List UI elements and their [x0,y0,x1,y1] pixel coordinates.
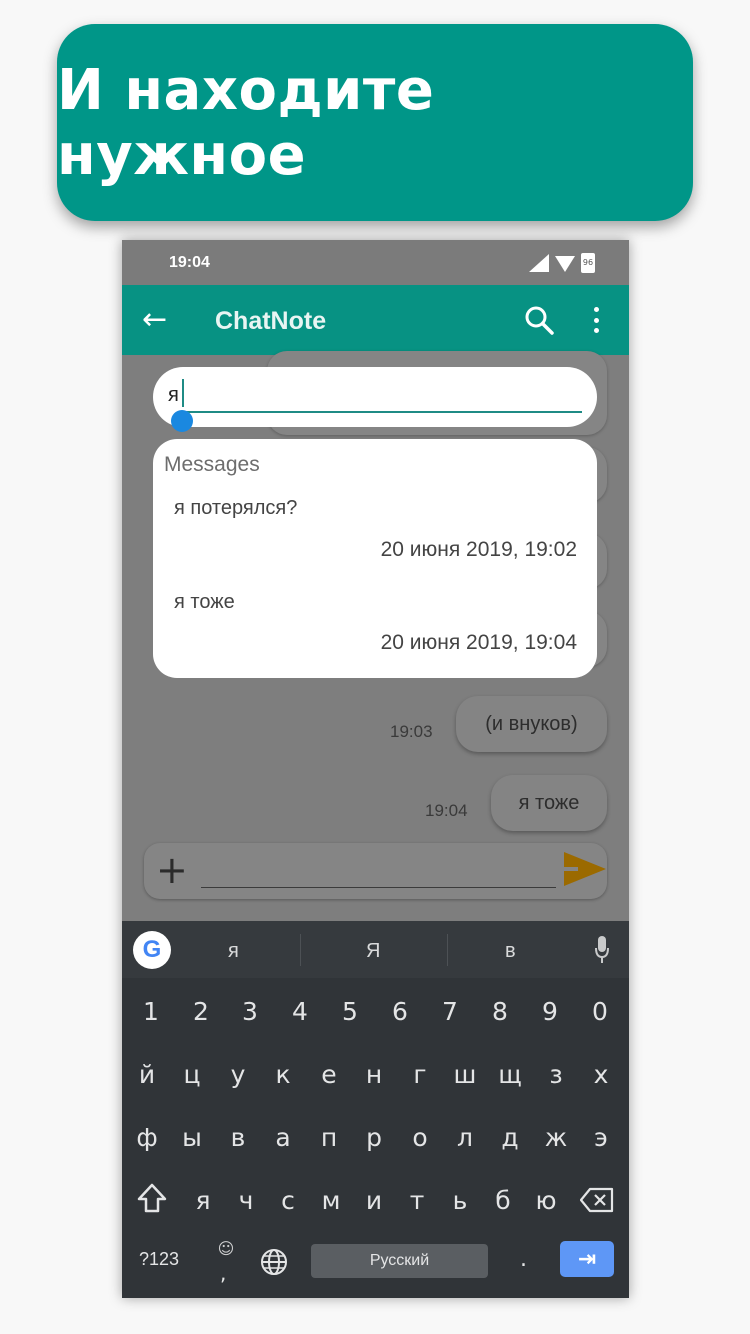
key[interactable]: 6 [385,992,415,1032]
key[interactable]: р [359,1118,389,1158]
key[interactable]: э [586,1118,616,1158]
key[interactable]: л [450,1118,480,1158]
app-bar: ← ChatNote [122,285,629,355]
key[interactable]: ж [541,1118,571,1158]
result-message-text[interactable]: я потерялся? [174,497,297,520]
suggestion[interactable]: я [228,940,239,963]
message-input-bar: + [144,843,607,899]
key[interactable]: 8 [485,992,515,1032]
key[interactable]: 2 [186,992,216,1032]
result-message-text[interactable]: я тоже [174,591,235,614]
key[interactable]: а [268,1118,298,1158]
chat-bubble[interactable]: (и внуков) [456,696,607,752]
status-bar: 19:04 96 [122,240,629,285]
suggestion[interactable]: в [505,940,516,963]
key[interactable]: в [223,1118,253,1158]
letter-row-2: ф ы в а п р о л д ж э [122,1118,629,1158]
promo-banner: И находите нужное [57,24,693,221]
search-icon[interactable] [524,305,554,335]
key[interactable]: щ [495,1055,525,1095]
battery-icon: 96 [581,253,595,273]
key[interactable]: т [402,1181,432,1221]
google-icon[interactable]: G [133,931,171,969]
more-options-icon[interactable] [592,307,600,333]
key[interactable]: ь [445,1181,475,1221]
key[interactable]: к [268,1055,298,1095]
key[interactable]: я [188,1181,218,1221]
key[interactable]: е [314,1055,344,1095]
key[interactable]: п [314,1118,344,1158]
key[interactable]: о [405,1118,435,1158]
suggestion-strip: G я Я в [122,921,629,978]
key[interactable]: з [541,1055,571,1095]
shift-icon[interactable] [136,1181,168,1217]
key[interactable]: м [316,1181,346,1221]
key[interactable]: б [488,1181,518,1221]
key[interactable]: ы [177,1118,207,1158]
key[interactable]: 4 [285,992,315,1032]
backspace-icon[interactable] [580,1187,614,1213]
key[interactable]: 3 [235,992,265,1032]
result-message-date[interactable]: 20 июня 2019, 19:04 [381,631,577,655]
phone-screen: 19:04 96 ← ChatNote 19:03 (и внуков) 19:… [122,240,629,1298]
key[interactable]: ф [132,1118,162,1158]
comma-key[interactable]: , [220,1261,226,1285]
key[interactable]: 9 [535,992,565,1032]
add-attachment-icon[interactable]: + [156,849,188,891]
chat-bubble[interactable]: я тоже [491,775,607,831]
search-field-container[interactable]: я [153,367,597,427]
message-time: 19:04 [425,801,468,820]
space-key[interactable]: Русский [311,1244,488,1278]
keyboard-bottom-row: ?123 ☺ , Русский . ⇥ [122,1241,629,1285]
text-cursor [182,379,184,407]
search-underline [182,411,582,413]
key[interactable]: у [223,1055,253,1095]
results-header: Messages [164,453,260,476]
message-time: 19:03 [390,722,433,741]
key[interactable]: 0 [585,992,615,1032]
key[interactable]: с [273,1181,303,1221]
key[interactable]: и [359,1181,389,1221]
status-time: 19:04 [169,254,210,271]
key[interactable]: х [586,1055,616,1095]
signal-icon [529,254,549,272]
suggestion[interactable]: Я [366,940,380,963]
key[interactable]: 7 [435,992,465,1032]
wifi-icon [555,254,575,272]
cursor-handle[interactable] [171,410,193,432]
result-message-date[interactable]: 20 июня 2019, 19:02 [381,538,577,562]
globe-icon[interactable] [260,1248,288,1276]
search-input[interactable]: я [168,384,179,407]
back-arrow-icon[interactable]: ← [142,303,167,337]
symbols-key[interactable]: ?123 [139,1249,179,1270]
number-row: 1 2 3 4 5 6 7 8 9 0 [122,992,629,1032]
key[interactable]: й [132,1055,162,1095]
message-input[interactable] [201,887,556,888]
key[interactable]: г [405,1055,435,1095]
key[interactable]: 1 [136,992,166,1032]
soft-keyboard: G я Я в 1 2 3 4 5 6 7 8 9 0 й ц у к е н … [122,921,629,1298]
emoji-icon[interactable]: ☺ [215,1241,237,1257]
letter-row-3: я ч с м и т ь б ю [122,1181,629,1221]
banner-title: И находите нужное [57,57,435,188]
key[interactable]: н [359,1055,389,1095]
letter-row-1: й ц у к е н г ш щ з х [122,1055,629,1095]
key[interactable]: ш [450,1055,480,1095]
key[interactable]: д [495,1118,525,1158]
key[interactable]: ю [531,1181,561,1221]
key[interactable]: ц [177,1055,207,1095]
app-title: ChatNote [215,307,327,335]
microphone-icon[interactable] [595,936,609,964]
enter-icon[interactable]: ⇥ [560,1241,614,1277]
search-results-panel: Messages я потерялся? 20 июня 2019, 19:0… [153,439,597,678]
period-key[interactable]: . [520,1247,527,1272]
key[interactable]: ч [231,1181,261,1221]
key[interactable]: 5 [335,992,365,1032]
